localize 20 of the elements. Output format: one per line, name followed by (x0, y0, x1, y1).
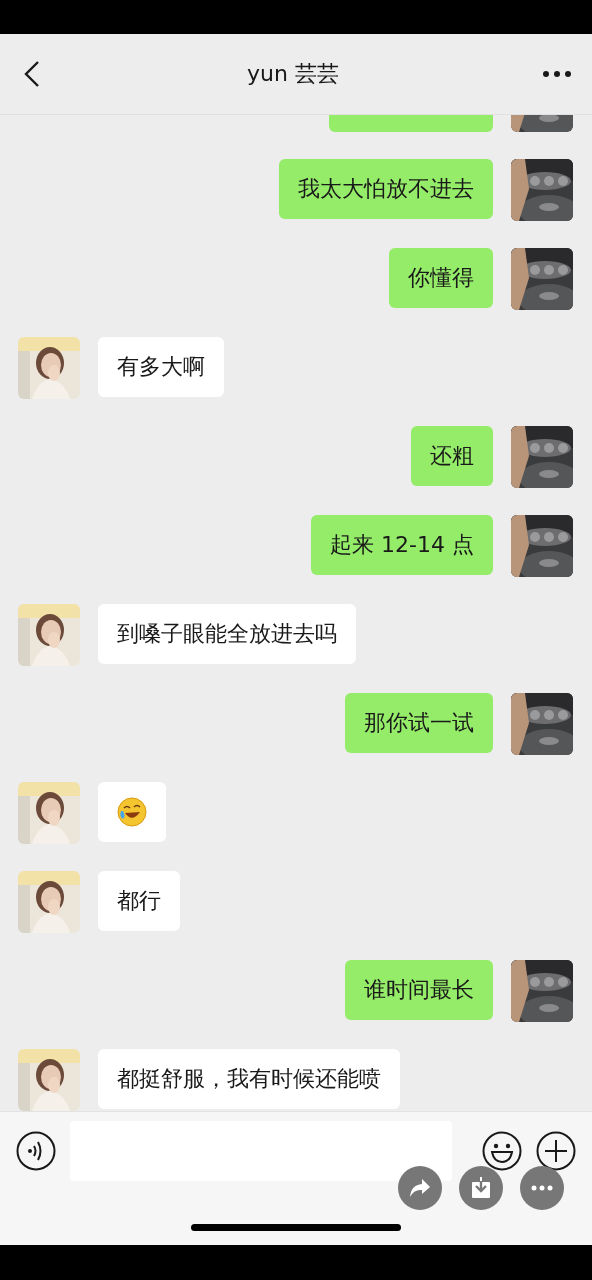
voice-icon[interactable] (16, 1131, 56, 1171)
plus-icon[interactable] (536, 1131, 576, 1171)
message-bubble: 都行 (98, 871, 180, 931)
message-bubble: 有多大啊 (98, 337, 224, 397)
emoji-icon[interactable] (482, 1131, 522, 1171)
more-icon (531, 1185, 553, 1191)
message-bubble: 那你试一试 (345, 693, 493, 753)
share-icon (409, 1178, 431, 1198)
message-bubble: 起来 12-14 点 (311, 515, 493, 575)
message-bubble: 还粗 (411, 426, 493, 486)
laughing-emoji-icon (117, 797, 147, 827)
chat-title: yun 芸芸 (247, 60, 339, 88)
download-icon (471, 1177, 491, 1199)
more-icon[interactable] (542, 70, 572, 78)
message-bubble: 都挺舒服，我有时候还能喷 (98, 1049, 400, 1109)
message-bubble: 到嗓子眼能全放进去吗 (98, 604, 356, 664)
message-input[interactable] (70, 1121, 452, 1181)
message-bubble: 你懂得 (389, 248, 493, 308)
message-bubble: 谁时间最长 (345, 960, 493, 1020)
message-bubble: 我太大怕放不进去 (279, 159, 493, 219)
